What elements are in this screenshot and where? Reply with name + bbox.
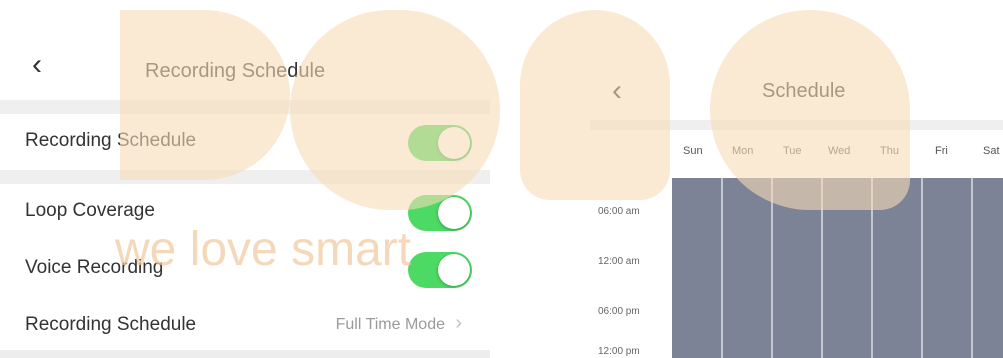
loop-coverage-toggle[interactable] <box>408 195 472 231</box>
day-label: Tue <box>783 145 802 157</box>
back-button[interactable]: ‹ <box>612 76 622 106</box>
toggle-knob <box>438 197 470 229</box>
grid-column-divider <box>721 178 723 358</box>
grid-column-divider <box>921 178 923 358</box>
time-label: 12:00 pm <box>598 346 640 357</box>
time-label: 12:00 am <box>598 256 640 267</box>
schedule-screen: ‹ Schedule Sun Mon Tue Wed Thu Fri Sat 0… <box>590 0 1003 358</box>
recording-schedule-toggle-row: Recording Schedule <box>0 116 490 166</box>
row-label: Voice Recording <box>25 257 164 278</box>
toggle-knob <box>438 127 470 159</box>
grid-column-divider <box>771 178 773 358</box>
time-label: 06:00 pm <box>598 306 640 317</box>
voice-recording-toggle[interactable] <box>408 252 472 288</box>
back-button[interactable]: ‹ <box>32 50 42 80</box>
day-header: Sun Mon Tue Wed Thu Fri Sat <box>590 145 1003 169</box>
day-label: Sun <box>683 145 703 157</box>
schedule-mode-value: Full Time Mode <box>335 316 445 333</box>
recording-schedule-toggle[interactable] <box>408 125 472 161</box>
voice-recording-row: Voice Recording <box>0 243 490 293</box>
time-label: 06:00 am <box>598 206 640 217</box>
bottom-divider <box>0 350 490 358</box>
nav-bar: ‹ Recording Schedule <box>0 40 490 100</box>
grid-column-divider <box>971 178 973 358</box>
loop-coverage-row: Loop Coverage <box>0 186 490 236</box>
day-label: Sat <box>983 145 1000 157</box>
page-title: Recording Schedule <box>145 60 326 82</box>
row-label: Loop Coverage <box>25 200 155 221</box>
row-label: Recording Schedule <box>25 130 197 151</box>
section-divider <box>0 100 490 114</box>
day-label: Thu <box>880 145 899 157</box>
day-label: Fri <box>935 145 948 157</box>
section-divider <box>590 120 1003 130</box>
day-label: Mon <box>732 145 754 157</box>
page-title: Schedule <box>762 80 846 102</box>
grid-column-divider <box>871 178 873 358</box>
section-divider <box>0 170 490 184</box>
toggle-knob <box>438 254 470 286</box>
recording-schedule-mode-row[interactable]: Recording Schedule Full Time Mode › <box>0 300 490 350</box>
row-label: Recording Schedule <box>25 314 197 335</box>
chevron-right-icon: › <box>455 312 462 334</box>
day-label: Wed <box>828 145 851 157</box>
nav-bar: ‹ Schedule <box>590 60 1003 120</box>
schedule-grid[interactable] <box>672 178 1003 358</box>
grid-column-divider <box>821 178 823 358</box>
recording-settings-screen: ‹ Recording Schedule Recording Schedule … <box>0 0 490 358</box>
